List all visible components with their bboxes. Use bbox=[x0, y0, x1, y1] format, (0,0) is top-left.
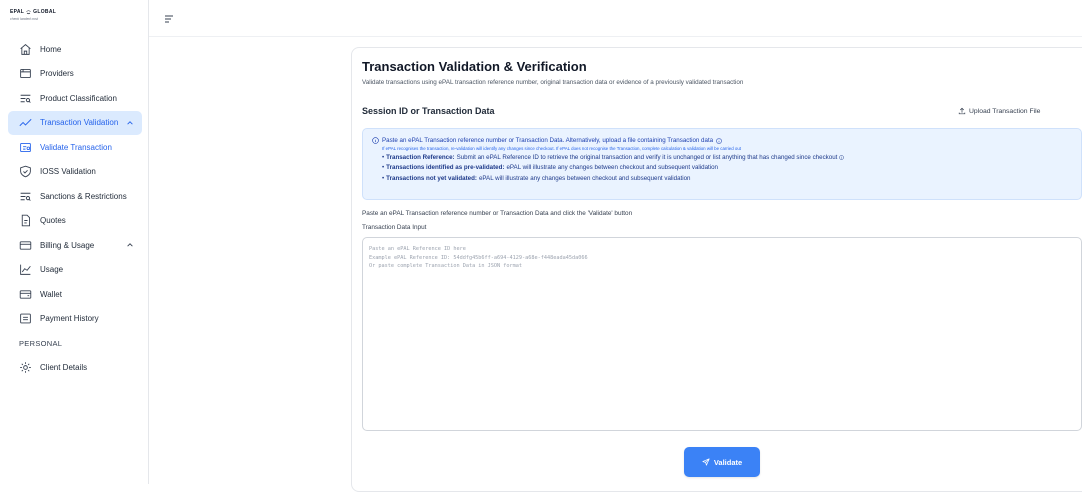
info-detail: If ePAL recognises the transaction, re-v… bbox=[382, 146, 742, 151]
sidebar-item-providers[interactable]: Providers bbox=[8, 62, 142, 86]
logo[interactable]: EPAL GLOBAL check landed cost bbox=[10, 9, 56, 21]
sidebar-item-label: Sanctions & Restrictions bbox=[40, 191, 127, 201]
validate-button[interactable]: Validate bbox=[684, 447, 760, 477]
sidebar-item-label: Home bbox=[40, 44, 62, 54]
wallet-icon bbox=[19, 288, 32, 301]
section-title: Session ID or Transaction Data bbox=[362, 106, 495, 116]
validation-card: Transaction Validation & Verification Va… bbox=[351, 47, 1082, 492]
validation-icon bbox=[19, 116, 32, 129]
sidebar-item-quotes[interactable]: Quotes bbox=[8, 209, 142, 233]
upload-label: Upload Transaction File bbox=[969, 107, 1041, 115]
transaction-input-label: Transaction Data Input bbox=[362, 224, 427, 231]
placeholder-line: Example ePAL Reference ID: 54ddfg45b6ff-… bbox=[369, 254, 588, 261]
billing-icon bbox=[19, 239, 32, 252]
sidebar-item-usage[interactable]: Usage bbox=[8, 258, 142, 282]
sidebar-item-label: Client Details bbox=[40, 362, 88, 372]
page-subtitle: Validate transactions using ePAL transac… bbox=[362, 79, 744, 86]
bullet-text: ePAL will illustrate any changes between… bbox=[506, 164, 718, 172]
classification-icon bbox=[19, 92, 32, 105]
section-label-personal: PERSONAL bbox=[19, 338, 63, 348]
bullet-bold: Transactions not yet validated: bbox=[386, 174, 477, 182]
sidebar-item-label: Quotes bbox=[40, 216, 66, 225]
sidebar-item-label: IOSS Validation bbox=[40, 167, 96, 176]
shield-icon bbox=[19, 165, 32, 178]
paste-instruction: Paste an ePAL Transaction reference numb… bbox=[362, 210, 633, 217]
sidebar-item-billing-usage[interactable]: Billing & Usage bbox=[8, 233, 142, 257]
sidebar-item-home[interactable]: Home bbox=[8, 37, 142, 61]
gear-icon bbox=[19, 361, 32, 374]
upload-icon bbox=[958, 107, 966, 115]
logo-suffix: GLOBAL bbox=[33, 9, 57, 15]
chevron-up-icon[interactable] bbox=[126, 241, 134, 249]
menu-icon[interactable] bbox=[164, 14, 174, 24]
placeholder-line: Or paste complete Transaction Data in JS… bbox=[369, 263, 523, 270]
validate-icon bbox=[19, 141, 32, 154]
info-icon bbox=[372, 137, 379, 144]
info-tooltip-icon[interactable] bbox=[839, 155, 845, 161]
info-bullet: • Transaction Reference: Submit an ePAL … bbox=[382, 154, 1072, 161]
sidebar-item-payment-history[interactable]: Payment History bbox=[8, 307, 142, 331]
sidebar-item-label: Usage bbox=[40, 265, 64, 274]
sidebar-item-product-classification[interactable]: Product Classification bbox=[8, 86, 142, 110]
info-bullet: • Transactions not yet validated: ePAL w… bbox=[382, 174, 691, 182]
bullet-bold: Transactions identified as pre-validated… bbox=[386, 164, 505, 172]
info-headline: Paste an ePAL Transaction reference numb… bbox=[382, 137, 714, 144]
sanctions-icon bbox=[19, 190, 32, 203]
sidebar-nav: Home Providers Product Classification Tr… bbox=[8, 37, 142, 380]
info-tooltip-icon[interactable] bbox=[716, 137, 722, 144]
sidebar-item-client-details[interactable]: Client Details bbox=[8, 355, 142, 379]
placeholder-line: Paste an ePAL Reference ID here bbox=[369, 246, 466, 252]
top-bar bbox=[149, 0, 1082, 37]
sidebar-item-label: Transaction Validation bbox=[40, 118, 119, 127]
logo-name: EPAL bbox=[10, 9, 25, 15]
info-bullet: • Transactions identified as pre-validat… bbox=[382, 164, 718, 172]
send-icon bbox=[702, 458, 710, 466]
sidebar-item-label: Product Classification bbox=[40, 93, 117, 103]
bullet-text: ePAL will illustrate any changes between… bbox=[478, 174, 691, 182]
info-box: Paste an ePAL Transaction reference numb… bbox=[362, 128, 1082, 200]
sidebar-item-label: Payment History bbox=[40, 314, 99, 323]
sidebar-item-label: Billing & Usage bbox=[40, 240, 95, 250]
upload-transaction-file-button[interactable]: Upload Transaction File bbox=[958, 107, 1040, 115]
sidebar-item-transaction-validation[interactable]: Transaction Validation bbox=[8, 110, 142, 135]
chart-icon bbox=[19, 263, 32, 276]
sidebar-item-label: Wallet bbox=[40, 289, 62, 299]
sidebar-item-sanctions-restrictions[interactable]: Sanctions & Restrictions bbox=[8, 184, 142, 208]
logo-mark-icon bbox=[26, 9, 31, 14]
sidebar-item-label: Validate Transaction bbox=[40, 142, 112, 152]
transaction-data-input[interactable]: Paste an ePAL Reference ID here Example … bbox=[362, 237, 1082, 431]
sidebar-item-wallet[interactable]: Wallet bbox=[8, 282, 142, 306]
providers-icon bbox=[19, 67, 32, 80]
home-icon bbox=[19, 43, 32, 56]
sidebar-item-validate-transaction[interactable]: Validate Transaction bbox=[8, 135, 142, 159]
sidebar-item-ioss-validation[interactable]: IOSS Validation bbox=[8, 160, 142, 184]
chevron-up-icon[interactable] bbox=[126, 119, 134, 127]
sidebar: EPAL GLOBAL check landed cost Home Provi… bbox=[0, 0, 149, 484]
sidebar-item-label: Providers bbox=[40, 69, 74, 78]
validate-label: Validate bbox=[713, 457, 743, 467]
bullet-text: Submit an ePAL Reference ID to retrieve … bbox=[456, 154, 838, 162]
bullet-bold: Transaction Reference: bbox=[386, 154, 455, 162]
document-icon bbox=[19, 214, 32, 227]
page-title: Transaction Validation & Verification bbox=[362, 59, 587, 74]
logo-tagline: check landed cost bbox=[10, 17, 39, 21]
receipt-icon bbox=[19, 312, 32, 325]
